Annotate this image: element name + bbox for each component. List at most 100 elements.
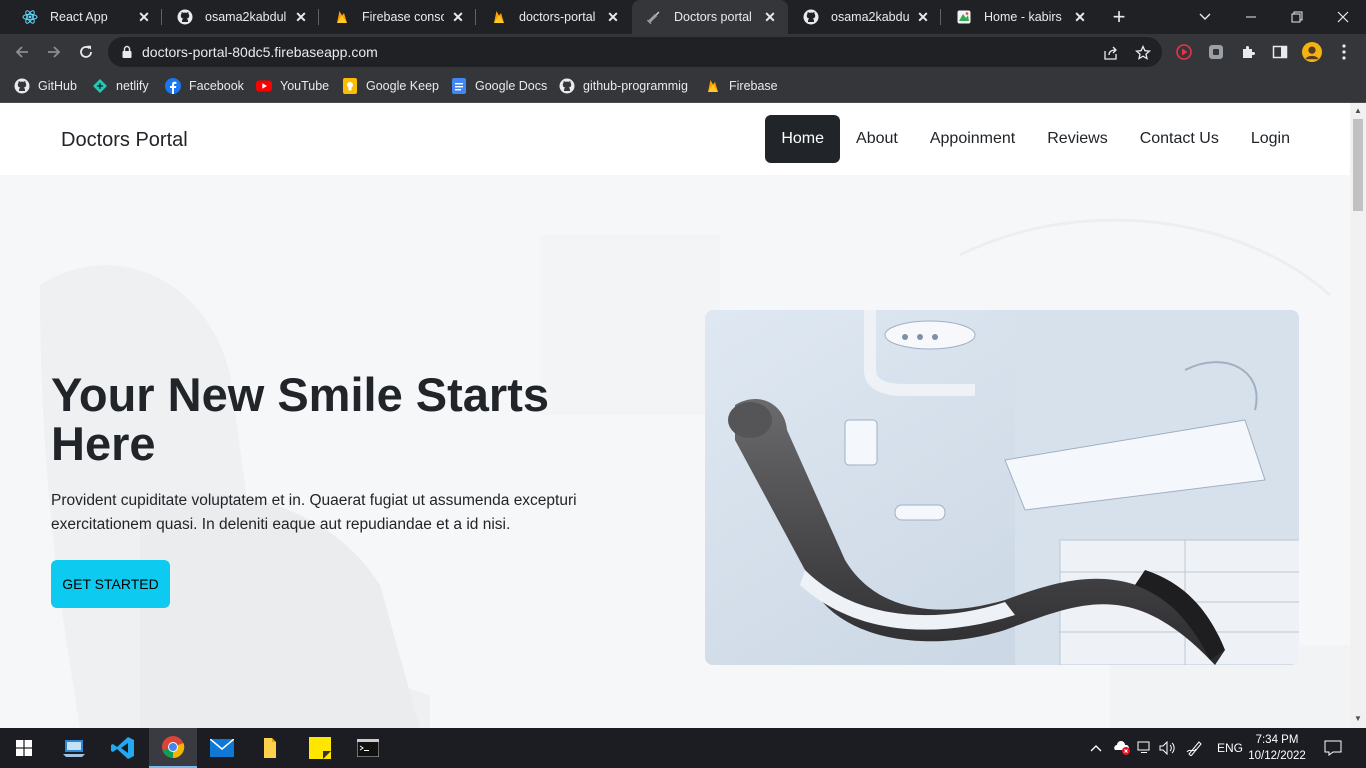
chrome-app[interactable] (149, 728, 197, 768)
bookmark-netlify[interactable]: netlify (92, 76, 149, 96)
netlify-icon (92, 78, 108, 94)
bookmark-label: YouTube (280, 79, 330, 93)
file-explorer-app[interactable] (50, 728, 98, 768)
onedrive-error-icon[interactable] (1112, 738, 1132, 758)
bookmark-google-keep[interactable]: Google Keep (342, 76, 439, 96)
mail-app[interactable] (198, 728, 246, 768)
get-started-button[interactable]: GET STARTED (51, 560, 170, 608)
system-clock[interactable]: 7:34 PM 10/12/2022 (1244, 732, 1310, 764)
hero-section: Your New Smile Starts Here Provident cup… (0, 175, 1350, 728)
terminal-icon (357, 739, 379, 757)
tab-title: osama2kabdullah (205, 10, 287, 24)
extension-box-icon[interactable] (1206, 42, 1226, 62)
tab-separator (318, 9, 319, 25)
sticky-notes-app[interactable] (296, 728, 344, 768)
close-tab-icon[interactable]: ✕ (1072, 9, 1088, 25)
vscode-app[interactable] (99, 728, 147, 768)
scroll-down-arrow-icon[interactable]: ▼ (1354, 715, 1362, 723)
reload-button[interactable] (72, 38, 100, 66)
nav-home[interactable]: Home (765, 115, 841, 163)
bookmark-label: Firebase (729, 79, 778, 93)
nav-about[interactable]: About (840, 115, 914, 163)
address-bar[interactable]: doctors-portal-80dc5.firebaseapp.com (108, 37, 1162, 67)
scroll-up-arrow-icon[interactable]: ▲ (1354, 107, 1362, 115)
tab-github-2[interactable]: osama2kabdullah ✕ (789, 0, 941, 34)
minimize-button[interactable] (1228, 0, 1274, 34)
bookmark-firebase[interactable]: Firebase (705, 76, 778, 96)
react-icon (22, 9, 38, 25)
volume-icon[interactable] (1158, 738, 1178, 758)
chrome-icon (162, 736, 185, 759)
bookmark-label: Google Keep (366, 79, 439, 93)
lock-icon (120, 45, 134, 59)
hero-description: Provident cupiditate voluptatem et in. Q… (51, 492, 577, 533)
network-icon[interactable] (1136, 738, 1154, 758)
windows-start-button[interactable] (0, 728, 48, 768)
files-app[interactable] (246, 728, 294, 768)
close-tab-icon[interactable]: ✕ (605, 9, 621, 25)
close-tab-icon[interactable]: ✕ (293, 9, 309, 25)
arrow-left-icon (15, 46, 28, 58)
scrollbar-thumb[interactable] (1353, 119, 1363, 211)
nav-contact[interactable]: Contact Us (1124, 115, 1235, 163)
nav-appointment[interactable]: Appoinment (914, 115, 1031, 163)
terminal-app[interactable] (344, 728, 392, 768)
nav-login[interactable]: Login (1235, 115, 1306, 163)
close-tab-icon[interactable]: ✕ (450, 9, 466, 25)
bookmark-google-docs[interactable]: Google Docs (451, 76, 547, 96)
bookmark-label: Google Docs (475, 79, 548, 93)
tab-separator (161, 9, 162, 25)
tab-firebase-console[interactable]: Firebase console ✕ (320, 0, 476, 34)
forward-button[interactable] (40, 38, 68, 66)
close-window-button[interactable] (1320, 0, 1366, 34)
tab-doctors-portal-firebase[interactable]: doctors-portal - F ✕ (477, 0, 631, 34)
extension-record-icon[interactable] (1174, 42, 1194, 62)
browser-tab-strip: React App ✕ osama2kabdullah ✕ Firebase c… (0, 0, 1366, 34)
tab-doctors-portal[interactable]: Doctors portal ✕ (632, 0, 788, 34)
puzzle-icon[interactable] (1238, 42, 1258, 62)
browser-toolbar: doctors-portal-80dc5.firebaseapp.com (0, 34, 1366, 70)
star-icon[interactable] (1134, 44, 1152, 62)
close-tab-icon[interactable]: ✕ (136, 9, 152, 25)
pen-workspace-icon[interactable] (1185, 738, 1207, 758)
bookmark-facebook[interactable]: Facebook (165, 76, 244, 96)
close-tab-icon[interactable]: ✕ (762, 9, 778, 25)
back-button[interactable] (8, 38, 36, 66)
bookmark-github[interactable]: GitHub (14, 76, 77, 96)
tab-title: osama2kabdullah (831, 10, 909, 24)
tray-chevron-up-icon[interactable] (1088, 738, 1104, 758)
arrow-right-icon (48, 46, 61, 58)
page-scrollbar[interactable]: ▲ ▼ (1350, 103, 1366, 728)
tab-title: Home - kabirs im (984, 10, 1066, 24)
new-tab-button[interactable]: + (1106, 4, 1132, 30)
docs-icon (451, 78, 467, 94)
close-tab-icon[interactable]: ✕ (915, 9, 931, 25)
profile-avatar[interactable] (1302, 42, 1322, 62)
tab-title: doctors-portal - F (519, 10, 599, 24)
dental-chair-image (705, 310, 1299, 665)
nav-reviews[interactable]: Reviews (1031, 115, 1123, 163)
share-icon[interactable] (1102, 44, 1120, 62)
tab-search-button[interactable] (1182, 0, 1228, 34)
language-indicator[interactable]: ENG (1214, 738, 1246, 758)
url-text: doctors-portal-80dc5.firebaseapp.com (142, 44, 378, 60)
notification-icon[interactable] (1322, 738, 1344, 758)
menu-kebab-icon[interactable] (1334, 42, 1354, 62)
mail-icon (210, 739, 234, 757)
bookmark-label: Facebook (189, 79, 244, 93)
side-panel-icon[interactable] (1270, 42, 1290, 62)
page-icon (956, 9, 972, 25)
tab-react-app[interactable]: React App ✕ (8, 0, 162, 34)
site-brand[interactable]: Doctors Portal (61, 129, 188, 152)
youtube-icon (256, 78, 272, 94)
windows-start-icon (16, 740, 32, 756)
github-icon (177, 9, 193, 25)
bookmark-youtube[interactable]: YouTube (256, 76, 329, 96)
bookmark-github-programmig[interactable]: github-programmig (559, 76, 688, 96)
restore-button[interactable] (1274, 0, 1320, 34)
tab-title: Doctors portal (674, 10, 752, 24)
tab-home-kabirs[interactable]: Home - kabirs im ✕ (942, 0, 1098, 34)
tab-github-1[interactable]: osama2kabdullah ✕ (163, 0, 319, 34)
tab-title: Firebase console (362, 10, 444, 24)
clock-time: 7:34 PM (1255, 734, 1299, 746)
